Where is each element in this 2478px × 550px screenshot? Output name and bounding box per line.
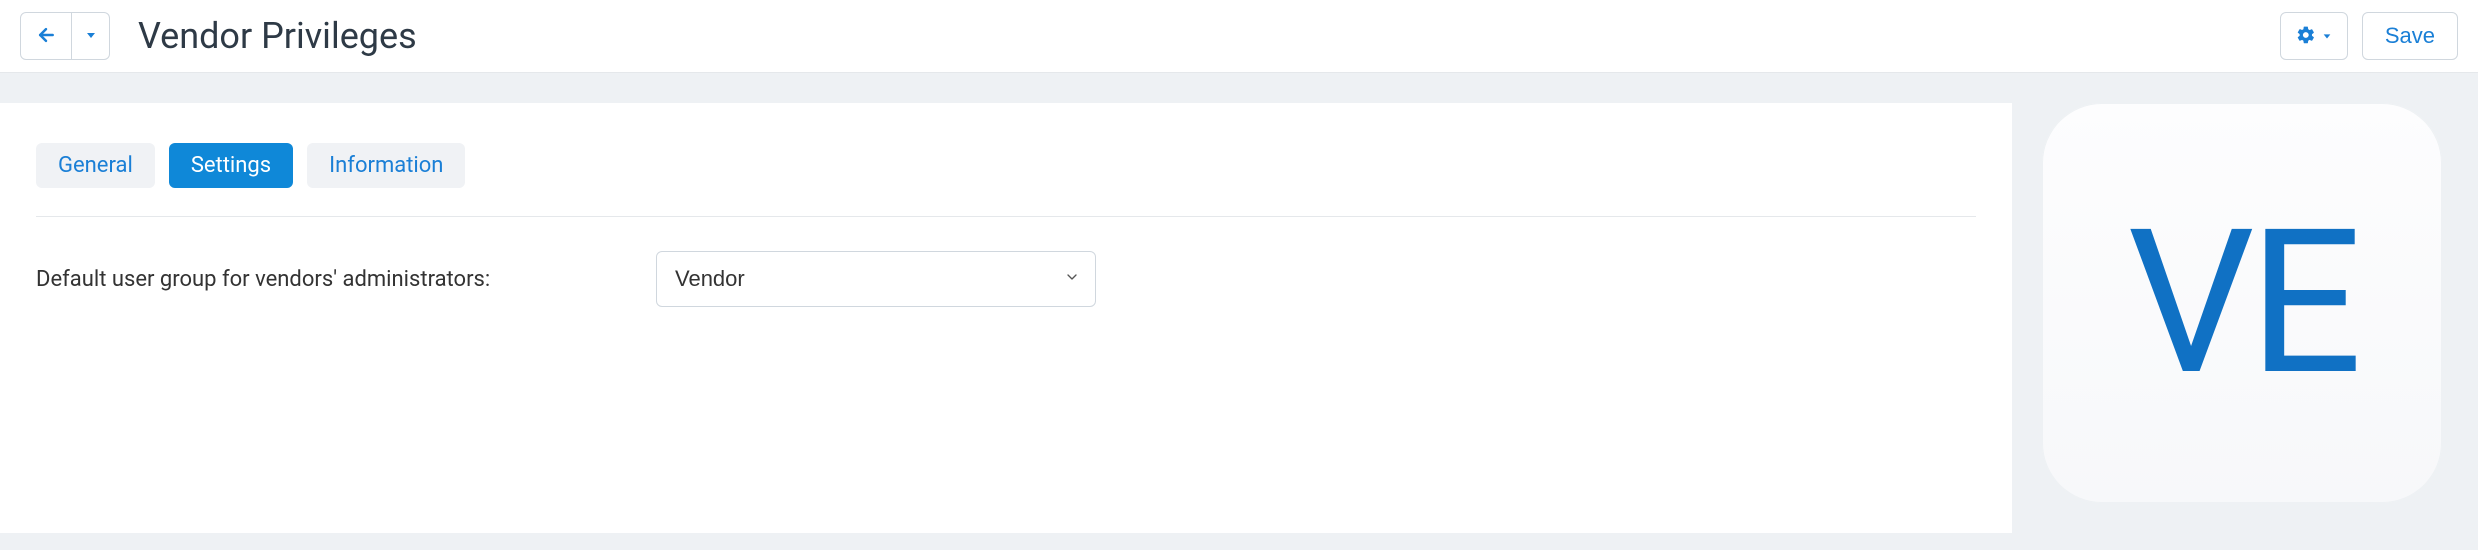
tabs: General Settings Information xyxy=(36,143,1976,188)
back-button-group xyxy=(20,12,110,60)
caret-down-icon xyxy=(85,29,97,44)
page-header: Vendor Privileges Save xyxy=(0,0,2478,73)
save-button[interactable]: Save xyxy=(2362,12,2458,60)
divider xyxy=(36,216,1976,217)
caret-down-icon xyxy=(2322,29,2332,44)
page-title: Vendor Privileges xyxy=(138,15,417,57)
tab-label: Settings xyxy=(191,153,271,178)
tab-settings[interactable]: Settings xyxy=(169,143,293,188)
default-group-label: Default user group for vendors' administ… xyxy=(36,267,626,292)
default-group-select[interactable] xyxy=(656,251,1096,307)
side-panel: VE xyxy=(2042,103,2462,503)
form-row-default-group: Default user group for vendors' administ… xyxy=(36,251,1976,307)
tab-information[interactable]: Information xyxy=(307,143,465,188)
back-button[interactable] xyxy=(20,12,72,60)
main-panel: General Settings Information Default use… xyxy=(0,103,2012,533)
page-body: General Settings Information Default use… xyxy=(0,73,2478,533)
default-group-select-wrap xyxy=(656,251,1096,307)
arrow-left-icon xyxy=(36,25,56,48)
addon-logo-initials: VE xyxy=(2127,203,2356,403)
tab-label: Information xyxy=(329,153,443,178)
addon-logo-card: VE xyxy=(2042,103,2442,503)
tab-label: General xyxy=(58,153,133,178)
tab-general[interactable]: General xyxy=(36,143,155,188)
gear-icon xyxy=(2296,25,2316,48)
save-button-label: Save xyxy=(2385,23,2435,49)
settings-dropdown-button[interactable] xyxy=(2280,12,2348,60)
back-dropdown-button[interactable] xyxy=(72,12,110,60)
